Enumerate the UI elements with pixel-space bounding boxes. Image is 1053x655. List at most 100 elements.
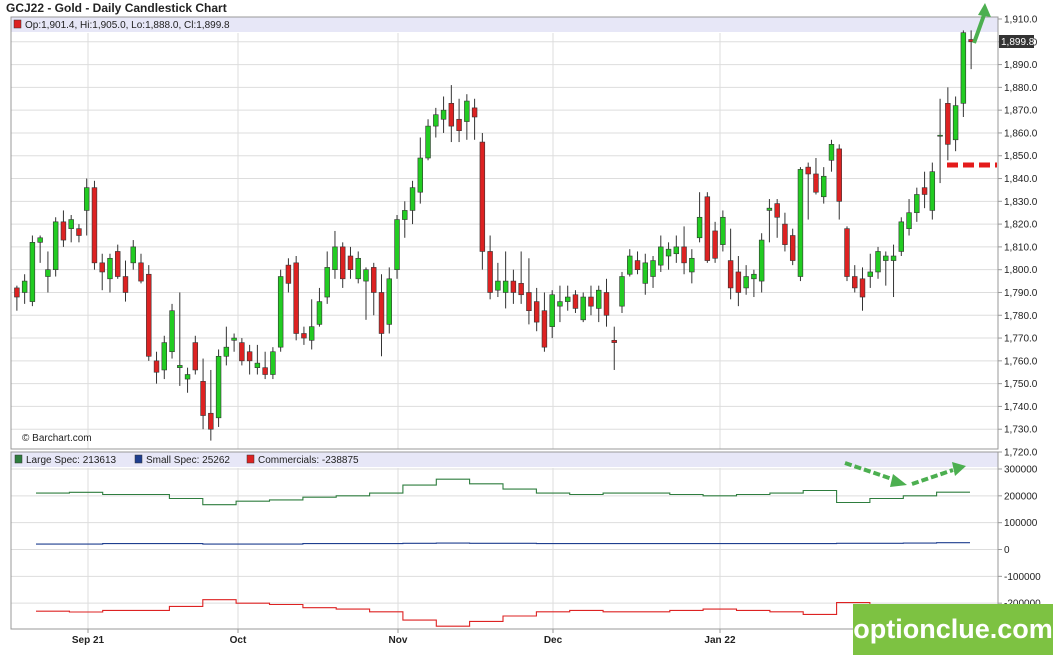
candle-body (689, 257, 695, 273)
price-tick-label: 1,880.0 (1004, 83, 1038, 94)
candle (363, 267, 369, 320)
candle (960, 30, 967, 117)
chart-svg: Op:1,901.4, Hi:1,905.0, Lo:1,888.0, Cl:1… (10, 3, 1041, 646)
candle-body (727, 260, 734, 289)
last-price-text: 1,899.8 (1001, 37, 1035, 48)
cot-arrow-1-head (890, 474, 907, 487)
candle-body (588, 296, 594, 307)
candle-body (875, 251, 881, 273)
candle-body (91, 187, 98, 264)
candle (797, 167, 804, 282)
candle (378, 274, 385, 357)
candle (937, 98, 943, 184)
candle-body (921, 187, 928, 195)
candle (611, 326, 617, 370)
candle-body (138, 262, 144, 282)
candle (968, 30, 974, 70)
cot-grid (11, 468, 998, 629)
candle (417, 137, 424, 204)
candle (774, 199, 780, 238)
candle (456, 98, 462, 143)
price-tick-label: 1,850.0 (1004, 151, 1038, 162)
candle-body (456, 118, 462, 131)
candle (720, 210, 726, 252)
candle-body (340, 246, 346, 280)
candle (332, 230, 338, 279)
candle (115, 244, 121, 279)
candle-body (533, 301, 540, 323)
price-tick-label: 1,840.0 (1004, 174, 1038, 185)
candle (588, 285, 594, 316)
candle-body (386, 278, 392, 325)
candle (394, 214, 400, 279)
candle (712, 221, 718, 263)
candle (549, 290, 555, 339)
candle (254, 344, 261, 375)
candle (184, 367, 191, 393)
candle (138, 253, 144, 284)
candle (29, 235, 36, 307)
candle-body (914, 194, 920, 214)
candle (619, 271, 625, 313)
candle (324, 251, 330, 304)
price-tick-label: 1,810.0 (1004, 242, 1038, 253)
candle-body (29, 242, 36, 302)
candle-body (611, 340, 617, 343)
candle-body (425, 125, 431, 159)
candle-body (308, 326, 315, 341)
x-tick-label: Jan 22 (704, 635, 736, 646)
candle (844, 226, 850, 282)
candle-body (301, 333, 307, 339)
candle-body (52, 221, 59, 270)
candle (192, 335, 199, 375)
candle (650, 256, 656, 288)
candle-body (758, 239, 765, 282)
candle (603, 278, 610, 327)
candle (518, 251, 524, 304)
price-tick-label: 1,800.0 (1004, 265, 1038, 276)
candle (386, 267, 392, 334)
candle-body (650, 260, 656, 277)
candle-body (378, 292, 385, 334)
candle-body (487, 251, 493, 293)
cot-tick-label: -100000 (1004, 572, 1041, 583)
candle-body (549, 294, 555, 327)
candle (200, 358, 206, 430)
candle (122, 260, 129, 302)
candle-body (14, 287, 20, 298)
candle (107, 253, 113, 293)
candle-body (200, 381, 206, 416)
large-spec-line (36, 478, 970, 506)
candle (270, 347, 276, 380)
candle-body (277, 276, 284, 348)
candle-body (766, 207, 773, 211)
candle (425, 119, 431, 161)
candle-body (130, 246, 136, 264)
candle (277, 269, 284, 352)
candle-body (246, 351, 253, 362)
candle (805, 162, 811, 220)
candle (735, 256, 742, 307)
candle-body (704, 196, 711, 261)
candle (301, 326, 307, 345)
candle-body (541, 310, 548, 348)
candle (371, 262, 377, 316)
cot-tick-label: 300000 (1004, 465, 1038, 476)
candle-body (448, 103, 455, 127)
price-candles (14, 30, 974, 441)
candle-body (122, 276, 129, 293)
price-tick-label: 1,730.0 (1004, 425, 1038, 436)
candle-body (596, 289, 602, 309)
candle (890, 244, 897, 298)
candle-body (526, 292, 532, 312)
candle (37, 235, 43, 263)
candle-body (479, 141, 486, 252)
candle (921, 171, 928, 209)
candle (541, 292, 548, 352)
x-tick-label: Sep 21 (72, 635, 105, 646)
price-tick-label: 1,910.0 (1004, 15, 1038, 26)
candle-body (161, 342, 167, 371)
candle-body (115, 251, 121, 277)
candle-body (906, 212, 912, 229)
candle (836, 144, 842, 220)
